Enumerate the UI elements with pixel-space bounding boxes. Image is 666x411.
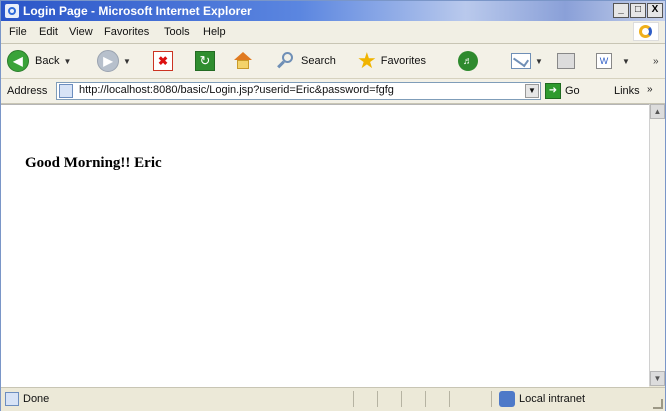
address-label: Address — [7, 85, 48, 97]
back-label: Back — [35, 55, 60, 67]
media-button[interactable]: ♬ — [458, 49, 478, 73]
status-page-icon — [5, 392, 19, 406]
title-bar[interactable]: Login Page - Microsoft Internet Explorer… — [1, 1, 665, 21]
status-divider — [401, 391, 402, 407]
print-icon — [557, 53, 575, 69]
back-dropdown-icon[interactable]: ▼ — [63, 57, 71, 66]
status-divider — [377, 391, 378, 407]
go-button[interactable]: ➜ Go — [545, 83, 580, 99]
maximize-button[interactable]: □ — [630, 3, 646, 18]
home-icon — [233, 52, 253, 70]
mail-icon — [511, 53, 531, 69]
status-divider — [425, 391, 426, 407]
home-button[interactable] — [233, 49, 253, 73]
refresh-icon: ↻ — [195, 51, 215, 71]
minimize-button[interactable]: _ — [613, 3, 629, 18]
security-zone-text: Local intranet — [519, 393, 586, 405]
forward-button[interactable]: ▶ ▼ — [97, 49, 131, 73]
address-url[interactable]: http://localhost:8080/basic/Login.jsp?us… — [79, 84, 394, 96]
menu-help[interactable]: Help — [203, 26, 226, 38]
resize-grip[interactable] — [653, 399, 663, 409]
back-button[interactable]: ◀ Back ▼ — [7, 49, 71, 73]
links-chevron-icon[interactable]: » — [647, 84, 653, 95]
media-icon: ♬ — [458, 51, 478, 71]
refresh-button[interactable]: ↻ — [195, 49, 215, 73]
address-dropdown-icon[interactable]: ▼ — [525, 84, 539, 98]
forward-dropdown-icon[interactable]: ▼ — [123, 57, 131, 66]
search-label: Search — [301, 55, 336, 67]
status-divider — [449, 391, 450, 407]
standard-toolbar: ◀ Back ▼ ▶ ▼ ✖ ↻ Search ★ Favorites ♬ ▼ … — [1, 44, 665, 79]
edit-icon: W — [596, 53, 612, 69]
search-icon — [277, 52, 295, 70]
toolbar-overflow-chevron[interactable]: » — [653, 49, 659, 73]
menu-bar: File Edit View Favorites Tools Help — [1, 21, 665, 44]
edit-dropdown-icon[interactable]: ▼ — [622, 57, 630, 66]
menu-favorites[interactable]: Favorites — [104, 26, 149, 38]
greeting-text: Good Morning!! Eric — [25, 155, 162, 171]
address-input[interactable]: http://localhost:8080/basic/Login.jsp?us… — [56, 82, 541, 100]
address-bar: Address http://localhost:8080/basic/Logi… — [1, 79, 665, 104]
status-divider — [353, 391, 354, 407]
chevron-right-icon: » — [653, 55, 659, 67]
page-content: Good Morning!! Eric — [1, 104, 649, 387]
window-title: Login Page - Microsoft Internet Explorer — [23, 4, 252, 18]
window-controls: _ □ X — [613, 3, 663, 18]
ie-page-icon — [5, 4, 19, 18]
go-label: Go — [565, 85, 580, 97]
favorites-label: Favorites — [380, 55, 426, 67]
favorites-button[interactable]: ★ Favorites — [357, 49, 426, 73]
go-arrow-icon: ➜ — [545, 83, 561, 99]
print-button[interactable] — [557, 49, 575, 73]
menu-edit[interactable]: Edit — [39, 26, 58, 38]
links-button[interactable]: Links — [614, 85, 640, 97]
mail-dropdown-icon[interactable]: ▼ — [535, 57, 543, 66]
menu-view[interactable]: View — [69, 26, 93, 38]
status-bar: Done Local intranet — [1, 387, 665, 411]
forward-arrow-icon: ▶ — [97, 50, 119, 72]
status-text: Done — [23, 393, 50, 405]
stop-button[interactable]: ✖ — [153, 49, 173, 73]
mail-button[interactable]: ▼ — [511, 49, 543, 73]
menu-file[interactable]: File — [9, 26, 27, 38]
status-divider — [491, 391, 492, 407]
browser-window: Login Page - Microsoft Internet Explorer… — [0, 0, 666, 411]
ie-logo-icon — [633, 22, 659, 41]
menu-tools[interactable]: Tools — [164, 26, 190, 38]
page-icon — [59, 84, 73, 98]
search-button[interactable]: Search — [277, 49, 336, 73]
favorites-star-icon: ★ — [357, 48, 377, 73]
close-button[interactable]: X — [647, 3, 663, 18]
scroll-down-icon[interactable]: ▼ — [650, 371, 665, 386]
stop-icon: ✖ — [153, 51, 173, 71]
scroll-up-icon[interactable]: ▲ — [650, 104, 665, 119]
back-arrow-icon: ◀ — [7, 50, 29, 72]
vertical-scrollbar[interactable]: ▲ ▼ — [649, 104, 665, 386]
local-intranet-icon — [499, 391, 515, 407]
edit-button[interactable]: W ▼ — [596, 49, 630, 73]
